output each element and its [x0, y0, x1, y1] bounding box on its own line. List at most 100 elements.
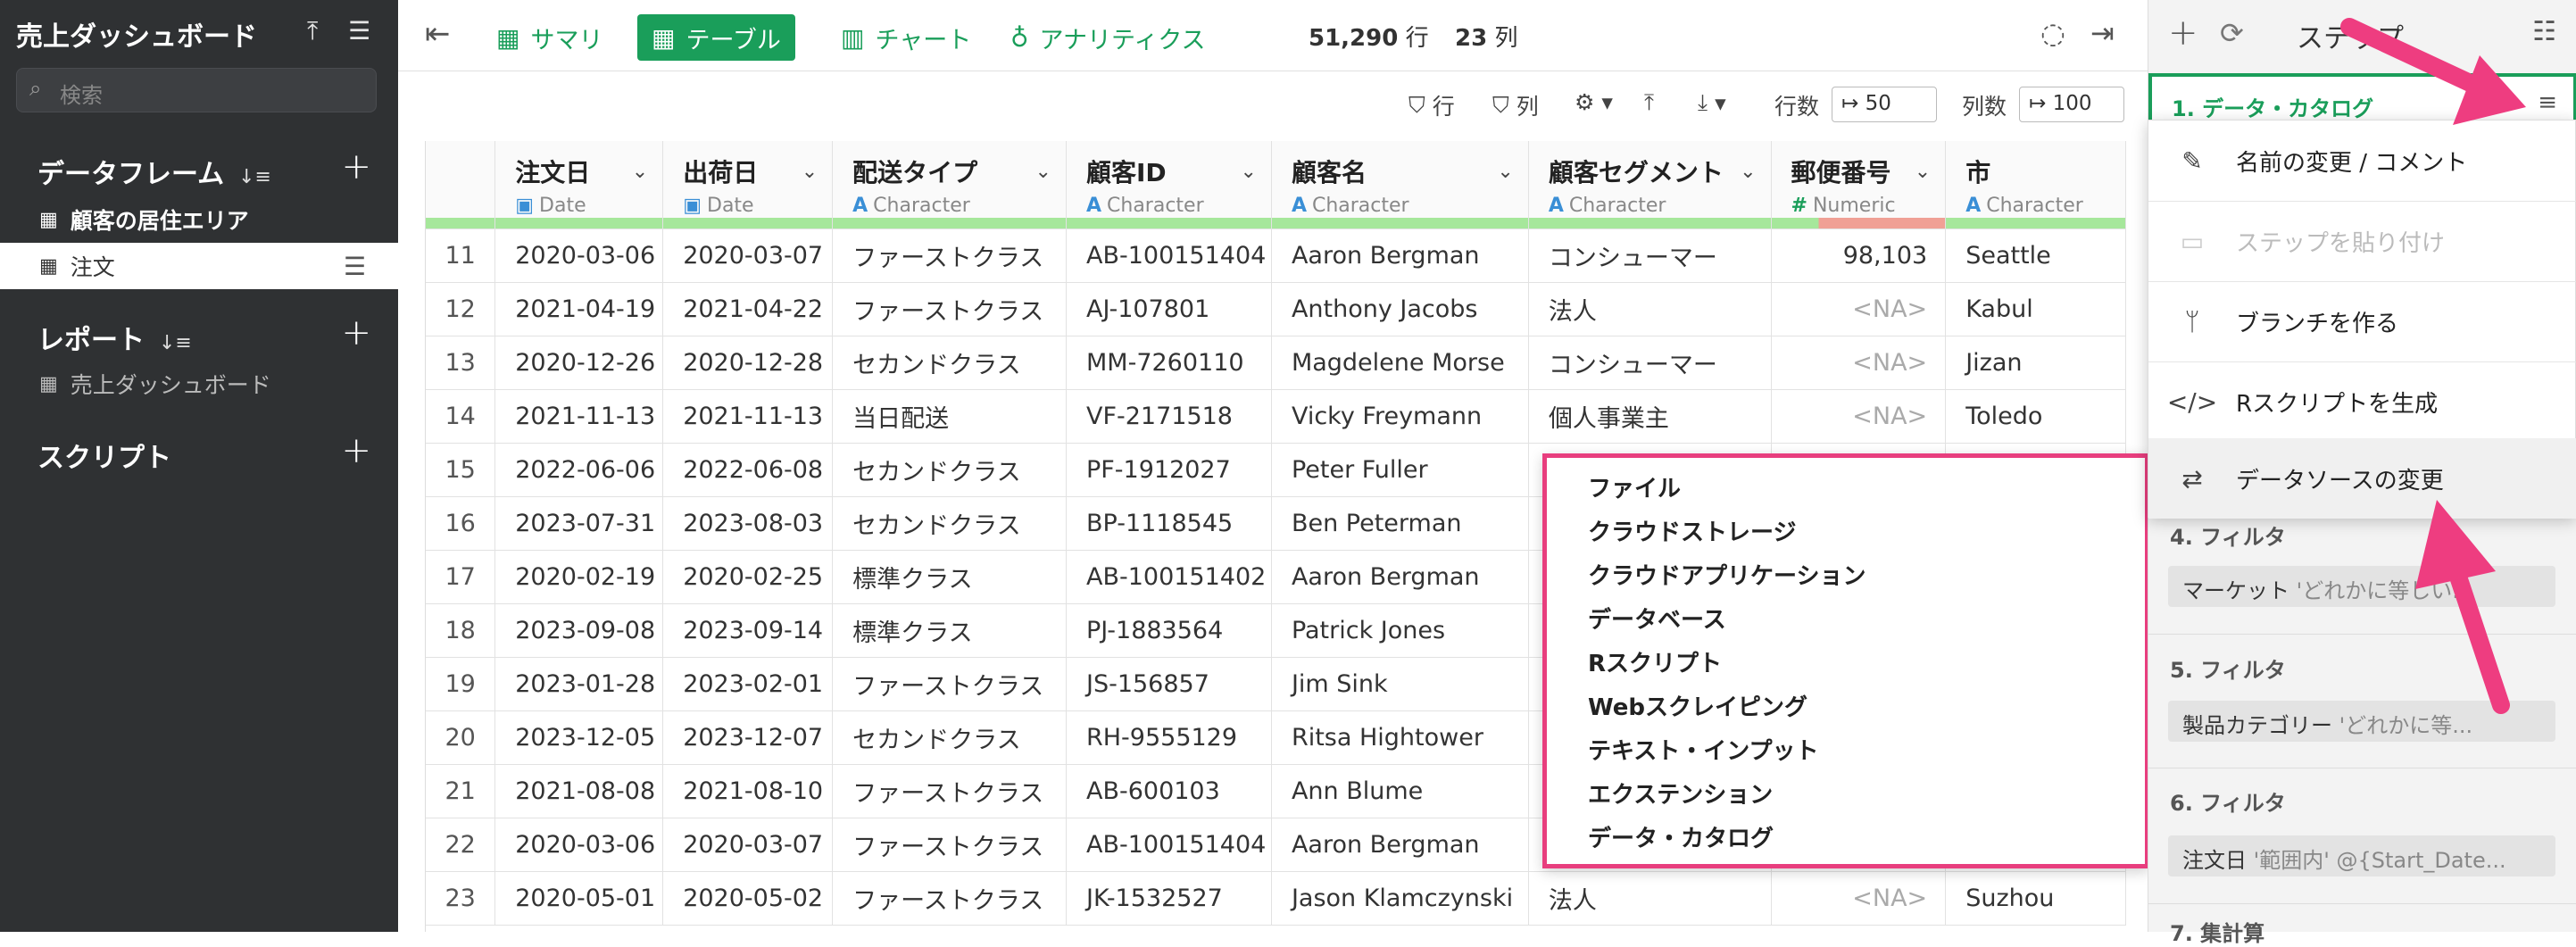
upload-icon[interactable]: ⤒: [307, 16, 318, 46]
table-cell[interactable]: BP-1118545: [1066, 496, 1272, 551]
ds-item-data-catalog[interactable]: データ・カタログ: [1588, 820, 1774, 853]
table-cell[interactable]: 2020-03-07: [662, 818, 834, 872]
table-cell[interactable]: JK-1532527: [1066, 871, 1272, 926]
table-cell[interactable]: Toledo: [1945, 389, 2126, 444]
table-cell[interactable]: PF-1912027: [1066, 443, 1272, 497]
table-cell[interactable]: 2022-06-06: [494, 443, 664, 497]
settings-sliders-icon[interactable]: ☷: [2532, 16, 2556, 47]
menu-item-rename[interactable]: ✎ 名前の変更 / コメント: [2148, 120, 2576, 201]
table-cell[interactable]: 2023-07-31: [494, 496, 664, 551]
column-header[interactable]: 顧客ID ⌄ A Character: [1066, 141, 1272, 229]
add-script-button[interactable]: +: [341, 430, 371, 471]
table-cell[interactable]: セカンドクラス: [832, 496, 1067, 551]
table-cell[interactable]: 2020-03-06: [494, 818, 664, 872]
table-cell[interactable]: <NA>: [1771, 282, 1947, 336]
step-title-4[interactable]: 4. フィルタ: [2170, 519, 2286, 551]
table-cell[interactable]: RH-9555129: [1066, 710, 1272, 765]
table-cell[interactable]: VF-2171518: [1066, 389, 1272, 444]
table-cell[interactable]: セカンドクラス: [832, 710, 1067, 765]
table-cell[interactable]: 2020-05-01: [494, 871, 664, 926]
table-cell[interactable]: MM-7260110: [1066, 336, 1272, 390]
table-cell[interactable]: ファーストクラス: [832, 764, 1067, 818]
add-report-button[interactable]: +: [341, 312, 371, 353]
refresh-icon[interactable]: ⟳: [2220, 16, 2244, 50]
chevron-down-icon[interactable]: ⌄: [1241, 161, 1257, 183]
add-step-button[interactable]: +: [2168, 12, 2198, 54]
table-cell[interactable]: Aaron Bergman: [1271, 550, 1529, 604]
sort-icon[interactable]: ↓≡: [159, 332, 192, 354]
ds-item-file[interactable]: ファイル: [1588, 470, 1681, 503]
ds-item-extension[interactable]: エクステンション: [1588, 777, 1773, 810]
ds-item-web-scraping[interactable]: Webスクレイピング: [1588, 689, 1807, 722]
table-cell[interactable]: 2020-12-26: [494, 336, 664, 390]
menu-item-change-datasource[interactable]: ⇄ データソースの変更: [2148, 438, 2576, 519]
table-cell[interactable]: Patrick Jones: [1271, 603, 1529, 658]
table-cell[interactable]: 2020-03-06: [494, 228, 664, 283]
table-cell[interactable]: AB-100151402: [1066, 550, 1272, 604]
column-header[interactable]: 顧客セグメント ⌄ A Character: [1528, 141, 1772, 229]
item-menu-icon[interactable]: ☰: [344, 252, 366, 281]
settings-dropdown[interactable]: ⚙ ▾: [1575, 89, 1613, 115]
cols-input[interactable]: ↦ 100: [2019, 87, 2124, 122]
table-row[interactable]: 12 2021-04-19 2021-04-22 ファーストクラス AJ-107801 A…: [426, 282, 2126, 336]
chevron-down-icon[interactable]: ⌄: [1740, 161, 1756, 183]
table-cell[interactable]: Peter Fuller: [1271, 443, 1529, 497]
table-cell[interactable]: 2022-06-08: [662, 443, 834, 497]
filter-cols-button[interactable]: ⛉ 列: [1492, 89, 1539, 121]
table-cell[interactable]: 2023-12-05: [494, 710, 664, 765]
collapse-sidebar-icon[interactable]: ⇤: [425, 16, 451, 52]
upload-button[interactable]: ⤒: [1644, 89, 1654, 116]
table-cell[interactable]: PJ-1883564: [1066, 603, 1272, 658]
table-cell[interactable]: Aaron Bergman: [1271, 818, 1529, 872]
menu-icon[interactable]: ☰: [348, 16, 370, 46]
tab-summary[interactable]: ▦ サマリ: [482, 14, 617, 61]
rows-input[interactable]: ↦ 50: [1832, 87, 1937, 122]
table-cell[interactable]: AB-100151404: [1066, 228, 1272, 283]
table-cell[interactable]: Aaron Bergman: [1271, 228, 1529, 283]
table-cell[interactable]: Jason Klamczynski: [1271, 871, 1529, 926]
ds-item-cloud-app[interactable]: クラウドアプリケーション: [1588, 558, 1866, 591]
table-cell[interactable]: Jim Sink: [1271, 657, 1529, 711]
table-cell[interactable]: Ann Blume: [1271, 764, 1529, 818]
sidebar-item-report[interactable]: ▦ 売上ダッシュボード: [0, 361, 398, 407]
table-cell[interactable]: Vicky Freymann: [1271, 389, 1529, 444]
table-cell[interactable]: ファーストクラス: [832, 818, 1067, 872]
table-cell[interactable]: <NA>: [1771, 336, 1947, 390]
step-title-5[interactable]: 5. フィルタ: [2170, 652, 2286, 684]
table-cell[interactable]: 2021-04-22: [662, 282, 834, 336]
chevron-down-icon[interactable]: ⌄: [1497, 161, 1513, 183]
ds-item-database[interactable]: データベース: [1588, 602, 1726, 635]
step-chip-6[interactable]: 注文日 '範囲内' @{Start_Date...: [2168, 835, 2555, 876]
table-cell[interactable]: セカンドクラス: [832, 443, 1067, 497]
table-cell[interactable]: Ben Peterman: [1271, 496, 1529, 551]
table-row[interactable]: 13 2020-12-26 2020-12-28 セカンドクラス MM-7260110 M…: [426, 336, 2126, 390]
ds-item-cloud-storage[interactable]: クラウドストレージ: [1588, 514, 1796, 547]
table-cell[interactable]: <NA>: [1771, 389, 1947, 444]
ds-item-r-script[interactable]: Rスクリプト: [1588, 645, 1722, 678]
table-cell[interactable]: Seattle: [1945, 228, 2126, 283]
table-cell[interactable]: 2020-12-28: [662, 336, 834, 390]
table-cell[interactable]: Magdelene Morse: [1271, 336, 1529, 390]
table-cell[interactable]: 2021-11-13: [494, 389, 664, 444]
table-cell[interactable]: Kabul: [1945, 282, 2126, 336]
add-dataframe-button[interactable]: +: [341, 146, 371, 187]
column-header[interactable]: 出荷日 ⌄ ▣ Date: [662, 141, 834, 229]
table-cell[interactable]: 2023-12-07: [662, 710, 834, 765]
sidebar-item-dataframe[interactable]: ▦ 顧客の居住エリア: [0, 196, 398, 243]
table-cell[interactable]: 法人: [1528, 282, 1772, 336]
menu-item-generate-r-script[interactable]: </> Rスクリプトを生成: [2148, 361, 2576, 442]
comment-icon[interactable]: ◌: [2040, 16, 2065, 50]
table-cell[interactable]: <NA>: [1771, 871, 1947, 926]
table-cell[interactable]: AB-600103: [1066, 764, 1272, 818]
table-cell[interactable]: 2020-05-02: [662, 871, 834, 926]
table-cell[interactable]: 2023-09-14: [662, 603, 834, 658]
table-cell[interactable]: 標準クラス: [832, 603, 1067, 658]
table-cell[interactable]: Suzhou: [1945, 871, 2126, 926]
table-cell[interactable]: Jizan: [1945, 336, 2126, 390]
table-cell[interactable]: 2023-08-03: [662, 496, 834, 551]
menu-item-create-branch[interactable]: ᛘ ブランチを作る: [2148, 281, 2576, 361]
column-header[interactable]: 郵便番号 ⌄ # Numeric: [1771, 141, 1947, 229]
chevron-down-icon[interactable]: ⌄: [1915, 161, 1931, 183]
table-cell[interactable]: ファーストクラス: [832, 871, 1067, 926]
column-header[interactable]: 顧客名 ⌄ A Character: [1271, 141, 1529, 229]
